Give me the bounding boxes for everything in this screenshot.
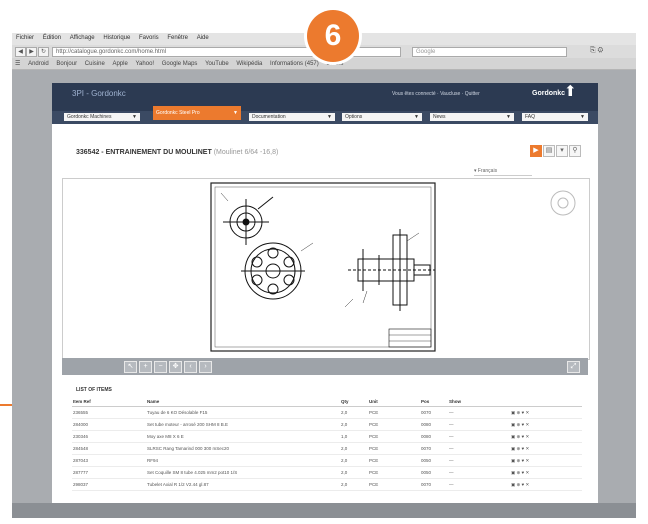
status-bar bbox=[12, 503, 636, 518]
menu-item[interactable]: Affichage bbox=[70, 35, 95, 41]
app-name: 3PI - Gordonkc bbox=[72, 89, 126, 98]
row-actions-icons[interactable]: ▣ ⊕ ♥ ✕ bbox=[510, 454, 582, 467]
menu-item[interactable]: Historique bbox=[103, 35, 130, 41]
language-select[interactable]: ▾ Français bbox=[474, 168, 532, 176]
viewer-toolbar: ↖ + − ✥ ‹ › ⤢ bbox=[62, 358, 588, 375]
zoom-out-icon[interactable]: − bbox=[154, 361, 167, 373]
list-view-button[interactable]: ▤ bbox=[543, 145, 555, 157]
collapse-view-button[interactable]: ▾ bbox=[556, 145, 568, 157]
table-row[interactable]: 284548 SLRSC Rang Tamarind 000 300 mSec20… bbox=[72, 442, 582, 455]
row-actions-icons[interactable]: ▣ ⊕ ♥ ✕ bbox=[510, 478, 582, 491]
drawing-viewer[interactable] bbox=[62, 178, 590, 360]
bookmark-item[interactable]: Android bbox=[28, 61, 49, 67]
table-header-row: Item Ref Name Qty Unit Pos Show bbox=[72, 396, 582, 407]
parts-list-panel: LIST OF ITEMS Item Ref Name Qty Unit Pos… bbox=[62, 381, 588, 518]
row-actions-icons[interactable]: ▣ ⊕ ♥ ✕ bbox=[510, 442, 582, 455]
next-icon[interactable]: › bbox=[199, 361, 212, 373]
table-row[interactable]: 287777 Set Coquille SM 8 tube 4.025 mm2 p… bbox=[72, 466, 582, 479]
bookmark-item[interactable]: Google Maps bbox=[162, 61, 198, 67]
table-row[interactable]: 287043 RF94 2,0 PCE 0050— ▣ ⊕ ♥ ✕ bbox=[72, 454, 582, 467]
column-header: Item Ref bbox=[72, 396, 146, 407]
technical-drawing bbox=[210, 182, 576, 352]
parts-table: Item Ref Name Qty Unit Pos Show 236555 Tu… bbox=[72, 396, 582, 491]
table-row[interactable]: 230346 Moy axe M8 X 6 E 1,0 PCE 0080— ▣ ⊕ ♥ ✕ bbox=[72, 430, 582, 443]
tab-machines[interactable]: Gordonkc Machines ▼ bbox=[64, 113, 140, 121]
step-number-badge: 6 bbox=[307, 10, 359, 62]
menu-item[interactable]: Aide bbox=[197, 35, 209, 41]
toolbar-icons[interactable]: ⎘ ⚙ bbox=[590, 47, 603, 55]
column-header-actions bbox=[510, 396, 582, 407]
drawing-view-button[interactable]: ▶ bbox=[530, 145, 542, 157]
row-actions-icons[interactable]: ▣ ⊕ ♥ ✕ bbox=[510, 406, 582, 419]
reload-button[interactable]: ↻ bbox=[38, 47, 49, 57]
share-icon[interactable]: ⚲ bbox=[569, 145, 581, 157]
pan-icon[interactable]: ✥ bbox=[169, 361, 182, 373]
menu-item[interactable]: Édition bbox=[43, 35, 61, 41]
bookmark-item[interactable]: Cuisine bbox=[85, 61, 105, 67]
menu-item[interactable]: Fenêtre bbox=[167, 35, 188, 41]
prev-icon[interactable]: ‹ bbox=[184, 361, 197, 373]
bookmarks-icon[interactable]: ☰ bbox=[15, 60, 20, 67]
row-actions-icons[interactable]: ▣ ⊕ ♥ ✕ bbox=[510, 466, 582, 479]
bookmark-item[interactable]: Apple bbox=[112, 61, 127, 67]
table-row[interactable]: 284000 Set tube moteur - arrosé 200 SHM 8… bbox=[72, 418, 582, 431]
app-header: 3PI - Gordonkc Vous êtes connecté · Vauc… bbox=[52, 83, 598, 111]
tab-news[interactable]: News ▼ bbox=[430, 113, 514, 121]
bookmark-item[interactable]: YouTube bbox=[205, 61, 229, 67]
column-header: Show bbox=[448, 396, 510, 407]
bookmark-item[interactable]: Wikipédia bbox=[236, 61, 262, 67]
search-field[interactable]: Google bbox=[412, 47, 567, 57]
column-header: Pos bbox=[420, 396, 448, 407]
menu-item[interactable]: Fichier bbox=[16, 35, 34, 41]
tab-documentation[interactable]: Documentation ▼ bbox=[249, 113, 335, 121]
column-header: Qty bbox=[340, 396, 368, 407]
logo-arrow-icon: ⬆ bbox=[564, 83, 577, 100]
tab-steel-pro[interactable]: Gordonkc Steel Pro ▼ bbox=[153, 106, 241, 120]
bookmark-item[interactable]: Yahoo! bbox=[136, 61, 155, 67]
select-tool-icon[interactable]: ↖ bbox=[124, 361, 137, 373]
menu-item[interactable]: Favoris bbox=[139, 35, 159, 41]
bookmark-item[interactable]: Bonjour bbox=[56, 61, 77, 67]
tab-faq[interactable]: FAQ ▼ bbox=[522, 113, 588, 121]
table-row[interactable]: 236555 Tuyau de 6 KO Désolable F15 2,0 PCE 0… bbox=[72, 406, 582, 419]
brand-logo: Gordonkc bbox=[532, 90, 566, 97]
app-page: 3PI - Gordonkc Vous êtes connecté · Vauc… bbox=[52, 83, 598, 518]
row-actions-icons[interactable]: ▣ ⊕ ♥ ✕ bbox=[510, 418, 582, 431]
column-header: Unit bbox=[368, 396, 420, 407]
parts-list-title: LIST OF ITEMS bbox=[76, 387, 112, 393]
tab-options[interactable]: Options ▼ bbox=[342, 113, 422, 121]
welcome-text[interactable]: Vous êtes connecté · Vaucluse · Quitter bbox=[392, 91, 480, 97]
tabs-bar: Gordonkc Machines ▼ Gordonkc Steel Pro ▼ D… bbox=[52, 106, 598, 124]
table-row[interactable]: 298037 Tubelet Axial R 1/2 V2.44 gl.87 2,0… bbox=[72, 478, 582, 491]
back-button[interactable]: ◀ bbox=[15, 47, 26, 57]
forward-button[interactable]: ▶ bbox=[26, 47, 37, 57]
browser-window: Fichier Édition Affichage Historique Fav… bbox=[12, 33, 636, 518]
column-header: Name bbox=[146, 396, 340, 407]
zoom-in-icon[interactable]: + bbox=[139, 361, 152, 373]
page-title: 336542 - ENTRAINEMENT DU MOULINET (Mouli… bbox=[76, 149, 279, 156]
fullscreen-icon[interactable]: ⤢ bbox=[567, 361, 580, 373]
row-actions-icons[interactable]: ▣ ⊕ ♥ ✕ bbox=[510, 430, 582, 443]
bookmark-item[interactable]: Informations (457) bbox=[270, 61, 319, 67]
